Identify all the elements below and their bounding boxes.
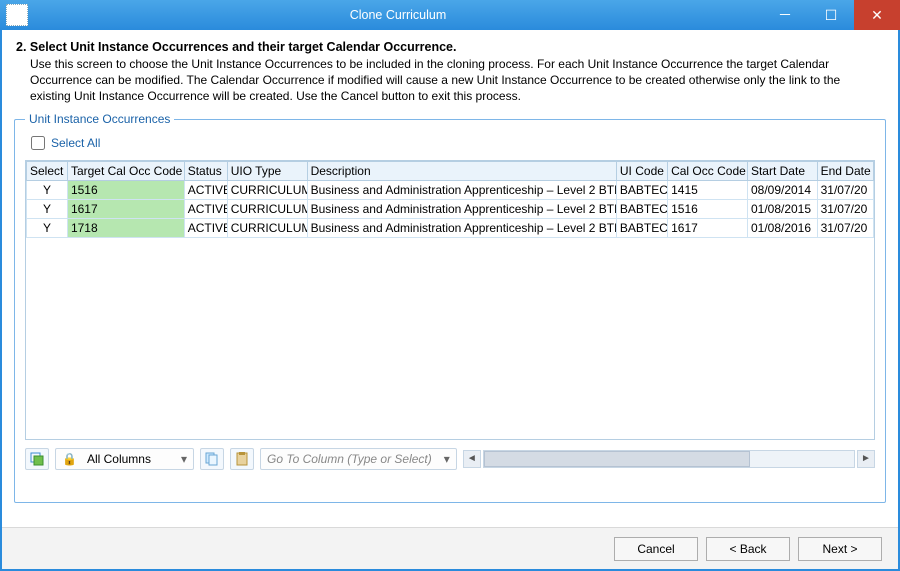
uio-groupbox: Unit Instance Occurrences Select All Sel… [14,119,886,503]
cell-target[interactable]: 1516 [67,180,184,199]
cell-ui_code: BABTEC [616,218,667,237]
uio-grid[interactable]: SelectTarget Cal Occ CodeStatusUIO TypeD… [25,160,875,440]
cell-target[interactable]: 1718 [67,218,184,237]
cell-cal_code: 1516 [668,199,748,218]
cell-uio_type: CURRICULUM [227,199,307,218]
step-number: 2. [16,40,26,54]
cell-ui_code: BABTEC [616,180,667,199]
cell-start: 01/08/2015 [747,199,817,218]
cell-select[interactable]: Y [27,180,68,199]
cell-target[interactable]: 1617 [67,199,184,218]
cell-desc: Business and Administration Apprenticesh… [307,199,616,218]
select-all-row: Select All [31,136,875,150]
cell-start: 08/09/2014 [747,180,817,199]
title-bar: Clone Curriculum － ☐ ✕ [0,0,900,30]
table-row[interactable]: Y1617ACTIVECURRICULUMBusiness and Admini… [27,199,874,218]
cell-start: 01/08/2016 [747,218,817,237]
grid-header-row: SelectTarget Cal Occ CodeStatusUIO TypeD… [27,161,874,180]
column-header-desc[interactable]: Description [307,161,616,180]
column-header-end[interactable]: End Date [817,161,873,180]
goto-column-placeholder: Go To Column (Type or Select) [261,452,438,466]
cell-uio_type: CURRICULUM [227,218,307,237]
column-header-ui_code[interactable]: UI Code [616,161,667,180]
column-header-uio_type[interactable]: UIO Type [227,161,307,180]
chevron-down-icon: ▾ [438,452,456,466]
column-header-cal_code[interactable]: Cal Occ Code [668,161,748,180]
select-all-label: Select All [51,136,100,150]
system-menu-icon[interactable] [6,4,28,26]
window-body: 2. Select Unit Instance Occurrences and … [0,30,900,571]
wizard-instructions: 2. Select Unit Instance Occurrences and … [2,30,898,113]
wizard-footer: Cancel < Back Next > [2,527,898,569]
next-button[interactable]: Next > [798,537,882,561]
close-button[interactable]: ✕ [854,0,900,30]
cell-status: ACTIVE [184,199,227,218]
step-body-text: Use this screen to choose the Unit Insta… [30,56,884,105]
cell-select[interactable]: Y [27,199,68,218]
scroll-track[interactable] [483,450,855,468]
table-row[interactable]: Y1718ACTIVECURRICULUMBusiness and Admini… [27,218,874,237]
column-header-status[interactable]: Status [184,161,227,180]
cell-desc: Business and Administration Apprenticesh… [307,180,616,199]
step-heading: Select Unit Instance Occurrences and the… [30,40,457,54]
cell-end: 31/07/20 [817,199,873,218]
goto-column-select[interactable]: Go To Column (Type or Select) ▾ [260,448,457,470]
window-title: Clone Curriculum [34,8,762,22]
back-button[interactable]: < Back [706,537,790,561]
cell-cal_code: 1415 [668,180,748,199]
scroll-left-arrow[interactable]: ◄ [463,450,481,468]
horizontal-scrollbar[interactable]: ◄ ► [463,450,875,468]
scroll-right-arrow[interactable]: ► [857,450,875,468]
cell-ui_code: BABTEC [616,199,667,218]
maximize-button[interactable]: ☐ [808,0,854,30]
cell-desc: Business and Administration Apprenticesh… [307,218,616,237]
grid-toolbar: 🔒 All Columns ▾ Go To Column (Type or Se… [25,448,875,470]
grid-empty-area [26,238,874,438]
groupbox-legend: Unit Instance Occurrences [25,112,174,126]
cell-uio_type: CURRICULUM [227,180,307,199]
paste-icon[interactable] [230,448,254,470]
select-all-checkbox[interactable] [31,136,45,150]
export-icon[interactable] [25,448,49,470]
column-picker[interactable]: 🔒 All Columns ▾ [55,448,194,470]
table-row[interactable]: Y1516ACTIVECURRICULUMBusiness and Admini… [27,180,874,199]
cancel-button[interactable]: Cancel [614,537,698,561]
cell-cal_code: 1617 [668,218,748,237]
scroll-thumb[interactable] [484,451,751,467]
column-header-select[interactable]: Select [27,161,68,180]
chevron-down-icon: ▾ [175,452,193,466]
cell-select[interactable]: Y [27,218,68,237]
cell-status: ACTIVE [184,180,227,199]
minimize-button[interactable]: － [762,0,808,30]
cell-end: 31/07/20 [817,218,873,237]
column-header-start[interactable]: Start Date [747,161,817,180]
column-picker-label: All Columns [83,452,175,466]
cell-end: 31/07/20 [817,180,873,199]
lock-icon: 🔒 [56,452,83,466]
column-header-target[interactable]: Target Cal Occ Code [67,161,184,180]
cell-status: ACTIVE [184,218,227,237]
copy-icon[interactable] [200,448,224,470]
